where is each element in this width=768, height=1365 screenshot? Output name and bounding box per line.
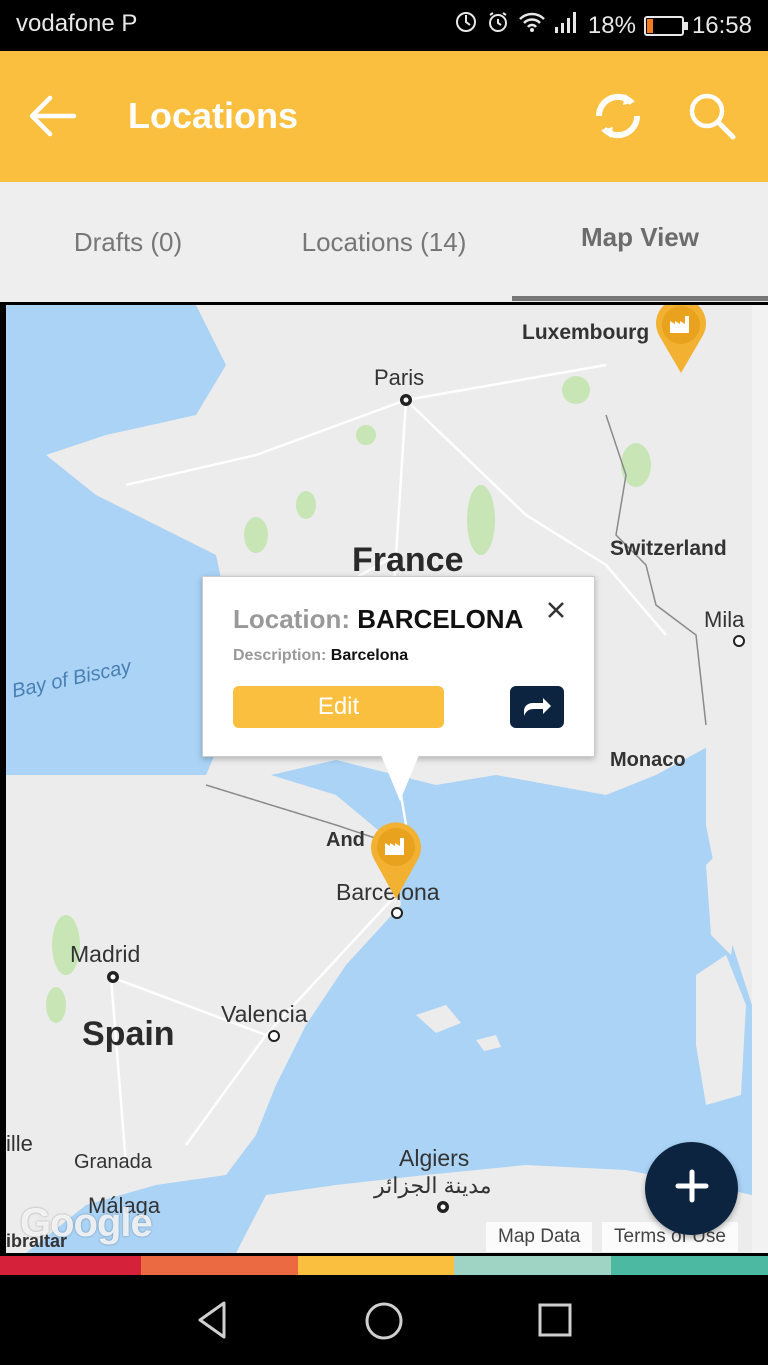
- location-line: Location: BARCELONA: [233, 604, 523, 635]
- carrier-name: vodafone P: [16, 10, 138, 37]
- stripe-orange: [141, 1256, 298, 1275]
- tab-map-view[interactable]: Map View: [512, 182, 768, 292]
- app-bar: Locations: [0, 51, 768, 182]
- tab-bar: Drafts (0) Locations (14) Map View: [0, 182, 768, 302]
- status-bar: vodafone P 18% 16:58: [0, 0, 768, 51]
- add-location-button[interactable]: [645, 1142, 738, 1235]
- location-info-window: Location: BARCELONA Description: Barcelo…: [202, 576, 595, 801]
- status-icons: 18% 16:58: [454, 10, 752, 41]
- map-data-link[interactable]: Map Data: [486, 1222, 593, 1252]
- location-label: Location:: [233, 604, 350, 634]
- home-nav-icon[interactable]: [362, 1299, 406, 1348]
- wifi-icon: [518, 11, 546, 40]
- color-stripe: [0, 1256, 768, 1275]
- refresh-icon[interactable]: [588, 86, 648, 146]
- description-label: Description:: [233, 647, 327, 664]
- page-title: Locations: [128, 95, 299, 136]
- back-nav-icon[interactable]: [190, 1297, 236, 1348]
- factory-pin-icon[interactable]: [652, 305, 710, 380]
- description-value: Barcelona: [330, 647, 409, 664]
- map-label-milan: Mila: [704, 607, 745, 632]
- google-logo: Google: [20, 1201, 153, 1245]
- description-line: Description: Barcelona: [233, 647, 408, 665]
- tab-drafts[interactable]: Drafts (0): [0, 182, 256, 302]
- map-label-andorra: And: [326, 829, 365, 851]
- map-label-madrid: Madrid: [70, 941, 141, 967]
- map-land: [6, 305, 752, 1253]
- stripe-mint: [454, 1256, 611, 1275]
- share-arrow-icon[interactable]: [510, 686, 564, 728]
- map-label-valencia: Valencia: [221, 1001, 308, 1027]
- map-label-luxembourg: Luxembourg: [522, 321, 650, 344]
- recents-nav-icon[interactable]: [536, 1301, 576, 1346]
- plus-icon: [675, 1169, 709, 1208]
- tab-locations[interactable]: Locations (14): [256, 182, 512, 302]
- map-label-switzerland: Switzerland: [610, 537, 727, 560]
- tab-indicator: [512, 296, 768, 301]
- map-label-spain: Spain: [82, 1015, 175, 1053]
- arrow-left-icon[interactable]: [22, 86, 82, 146]
- map-view[interactable]: Luxembourg Paris France Switzerland Mila…: [6, 305, 752, 1253]
- edit-button[interactable]: Edit: [233, 686, 444, 728]
- search-icon[interactable]: [682, 86, 742, 146]
- map-label-monaco: Monaco: [610, 749, 686, 771]
- close-icon[interactable]: [543, 597, 569, 623]
- navigation-bar: [0, 1275, 768, 1365]
- stripe-yellow: [298, 1256, 454, 1275]
- map-label-algiers: Algiers: [399, 1145, 470, 1171]
- alarm-icon: [486, 10, 510, 41]
- map-edge: [752, 305, 768, 1253]
- battery-icon: [643, 15, 688, 36]
- map-label-seville: ille: [6, 1131, 33, 1156]
- stripe-red: [0, 1256, 141, 1275]
- map-label-france: France: [352, 541, 464, 579]
- signal-icon: [554, 11, 580, 40]
- factory-pin-icon[interactable]: [367, 817, 425, 906]
- battery-percent: 18%: [587, 11, 636, 39]
- info-window-pointer: [381, 755, 419, 801]
- data-saver-icon: [454, 10, 478, 41]
- stripe-teal: [611, 1256, 768, 1275]
- map-label-algiers-arabic: مدينة الجزائر: [374, 1173, 492, 1198]
- map-label-granada: Granada: [74, 1151, 152, 1173]
- clock: 16:58: [691, 11, 752, 39]
- map-label-paris: Paris: [374, 365, 425, 390]
- location-value: BARCELONA: [357, 604, 524, 634]
